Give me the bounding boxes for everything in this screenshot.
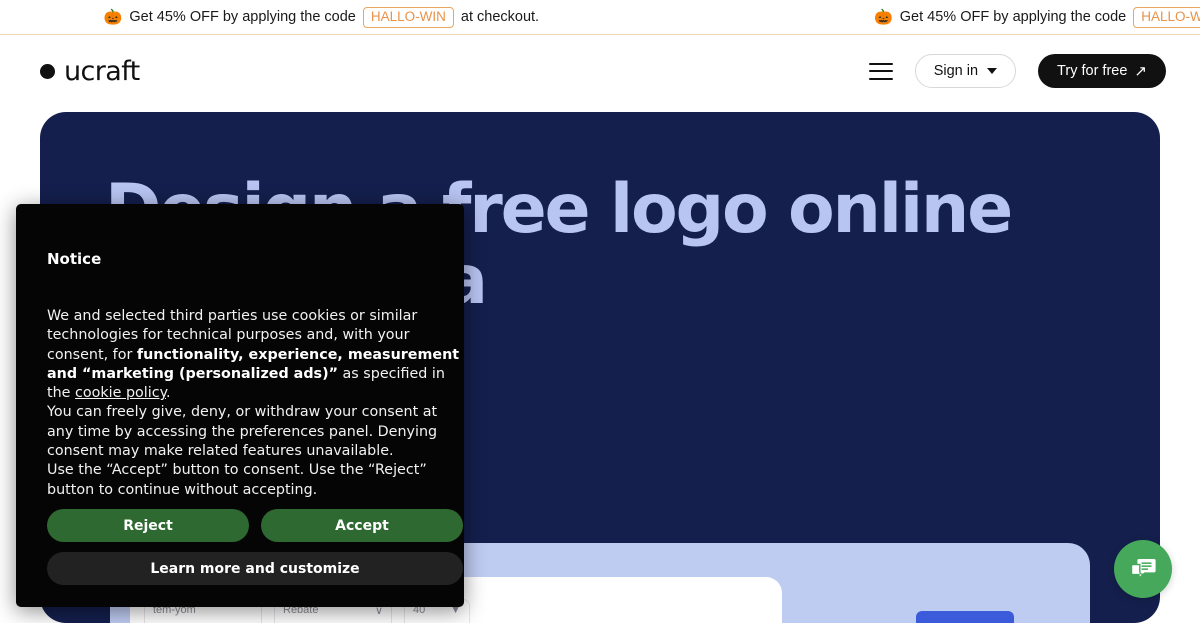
learn-more-and-customize-button[interactable]: Learn more and customize (47, 552, 463, 585)
promo-code-badge[interactable]: HALLO-WIN (1133, 6, 1200, 28)
cookie-dialog-actions: Reject Accept Learn more and customize (47, 509, 463, 585)
chevron-down-icon (987, 68, 998, 74)
promo-text-prefix: Get 45% OFF by applying the code (129, 9, 356, 25)
cookie-policy-link[interactable]: cookie policy (75, 385, 166, 401)
hamburger-bar (868, 62, 893, 65)
cookie-dialog-body: We and selected third parties use cookie… (47, 307, 463, 500)
cookie-paragraph-2: You can freely give, deny, or withdraw y… (47, 404, 438, 460)
promo-text-prefix: Get 45% OFF by applying the code (899, 9, 1127, 25)
hero-cta-button[interactable] (916, 611, 1014, 623)
arrow-up-right-icon: ↗ (1134, 62, 1147, 80)
promo-text-suffix: at checkout. (460, 9, 540, 25)
promo-marquee-track: ckout. 🎃 Get 45% OFF by applying the cod… (0, 0, 1200, 34)
promo-item: 🎃 Get 45% OFF by applying the code HALLO… (874, 6, 1200, 28)
cookie-dialog-title: Notice (47, 250, 102, 268)
pumpkin-icon: 🎃 (874, 8, 893, 26)
chat-bubbles-icon (1130, 558, 1156, 580)
sign-in-label: Sign in (933, 63, 979, 79)
logo-text: ucraft (64, 55, 140, 87)
site-header: ucraft Sign in Try for free ↗ (0, 35, 1200, 107)
try-for-free-label: Try for free (1057, 63, 1128, 79)
cookie-paragraph-1-text-c: . (166, 385, 171, 402)
pumpkin-icon: 🎃 (103, 8, 123, 26)
try-for-free-button[interactable]: Try for free ↗ (1038, 54, 1166, 88)
logo-dot-icon (40, 63, 55, 79)
promo-announcement-bar: ckout. 🎃 Get 45% OFF by applying the cod… (0, 0, 1200, 35)
sign-in-button[interactable]: Sign in (914, 54, 1017, 88)
ucraft-logo[interactable]: ucraft (40, 56, 140, 87)
hamburger-bar (868, 70, 893, 72)
promo-item: 🎃 Get 45% OFF by applying the code HALLO… (103, 6, 540, 28)
reject-button[interactable]: Reject (47, 509, 249, 542)
cookie-consent-dialog: Notice We and selected third parties use… (16, 204, 464, 607)
hamburger-icon[interactable] (868, 62, 893, 80)
header-actions: Sign in Try for free ↗ (868, 54, 1166, 88)
cookie-paragraph-1: We and selected third parties use cookie… (47, 307, 463, 403)
promo-code-badge[interactable]: HALLO-WIN (362, 6, 454, 28)
chat-widget-button[interactable] (1114, 540, 1172, 598)
accept-button[interactable]: Accept (261, 509, 463, 542)
cookie-paragraph-3: Use the “Accept” button to consent. Use … (47, 462, 427, 498)
cookie-primary-actions-row: Reject Accept (47, 509, 463, 542)
hamburger-bar (868, 77, 893, 80)
